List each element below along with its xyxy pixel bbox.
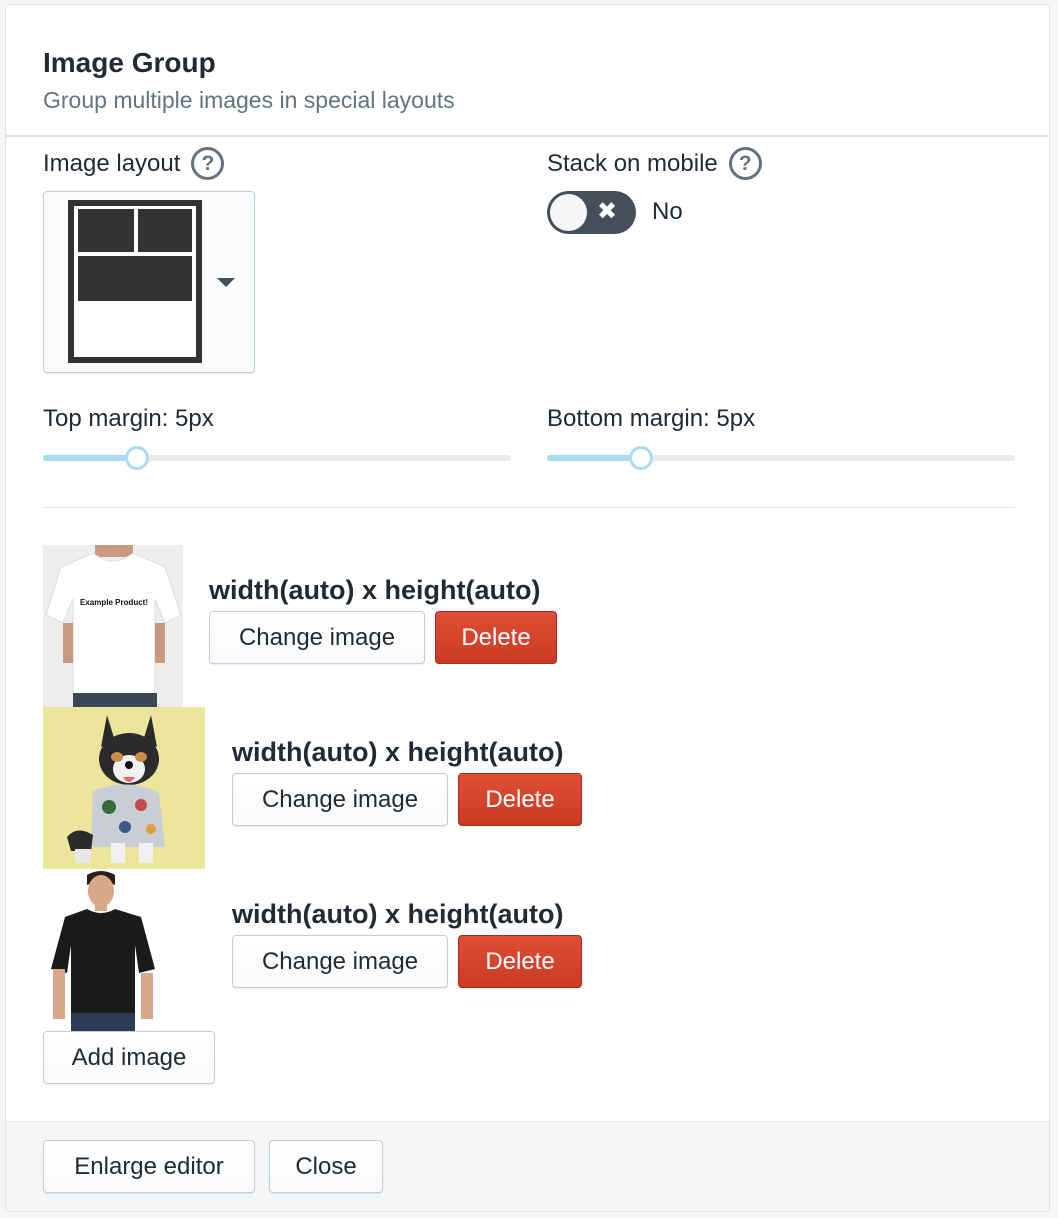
toggle-knob [550, 194, 587, 231]
stack-on-mobile-field: Stack on mobile ? [547, 147, 762, 180]
delete-image-button[interactable]: Delete [458, 773, 582, 826]
page-subtitle: Group multiple images in special layouts [43, 87, 455, 113]
delete-image-button[interactable]: Delete [435, 611, 557, 664]
layout-cell-top-left [78, 209, 134, 252]
bottom-margin-slider[interactable] [547, 446, 1015, 470]
question-circle-icon[interactable]: ? [728, 147, 762, 180]
enlarge-editor-button[interactable]: Enlarge editor [43, 1140, 255, 1193]
image-layout-field: Image layout ? [43, 147, 225, 180]
image-layout-select[interactable] [43, 191, 255, 373]
change-image-button[interactable]: Change image [209, 611, 425, 664]
editor-header: Image Group Group multiple images in spe… [6, 5, 1049, 137]
tshirt-print-text: Example Product! [80, 598, 148, 607]
add-image-button[interactable]: Add image [43, 1031, 215, 1084]
question-circle-icon[interactable]: ? [191, 147, 225, 180]
close-button[interactable]: Close [269, 1140, 383, 1193]
image-layout-label: Image layout [43, 149, 181, 177]
editor-footer: Enlarge editor Close [6, 1121, 1049, 1211]
stack-on-mobile-toggle[interactable]: ✖ [547, 191, 636, 234]
image-dimensions: width(auto) x height(auto) [209, 575, 541, 605]
image-dimensions: width(auto) x height(auto) [232, 737, 564, 767]
slider-fill [43, 455, 137, 461]
slider-thumb[interactable] [628, 446, 653, 470]
change-image-button[interactable]: Change image [232, 935, 448, 988]
delete-image-button[interactable]: Delete [458, 935, 582, 988]
layout-preview-icon [68, 200, 202, 363]
change-image-button[interactable]: Change image [232, 773, 448, 826]
stack-on-mobile-label: Stack on mobile [547, 149, 718, 177]
close-x-icon: ✖ [597, 198, 618, 225]
slider-fill [547, 455, 641, 461]
image-dimensions: width(auto) x height(auto) [232, 899, 564, 929]
slider-thumb[interactable] [124, 446, 149, 470]
toggle-state-label: No [652, 198, 683, 225]
top-margin-label: Top margin: 5px [43, 405, 214, 432]
black-tshirt-thumbnail [43, 869, 205, 1031]
image-group-editor: Image Group Group multiple images in spe… [5, 4, 1050, 1212]
top-margin-slider[interactable] [43, 446, 511, 470]
layout-cell-top-right [138, 209, 192, 252]
caret-down-icon [217, 278, 235, 287]
white-tshirt-thumbnail: Example Product! [43, 545, 183, 707]
page-title: Image Group [43, 47, 216, 78]
section-divider [43, 507, 1015, 508]
corgi-thumbnail [43, 707, 205, 869]
bottom-margin-label: Bottom margin: 5px [547, 405, 756, 432]
layout-cell-bottom-wide [78, 256, 192, 301]
